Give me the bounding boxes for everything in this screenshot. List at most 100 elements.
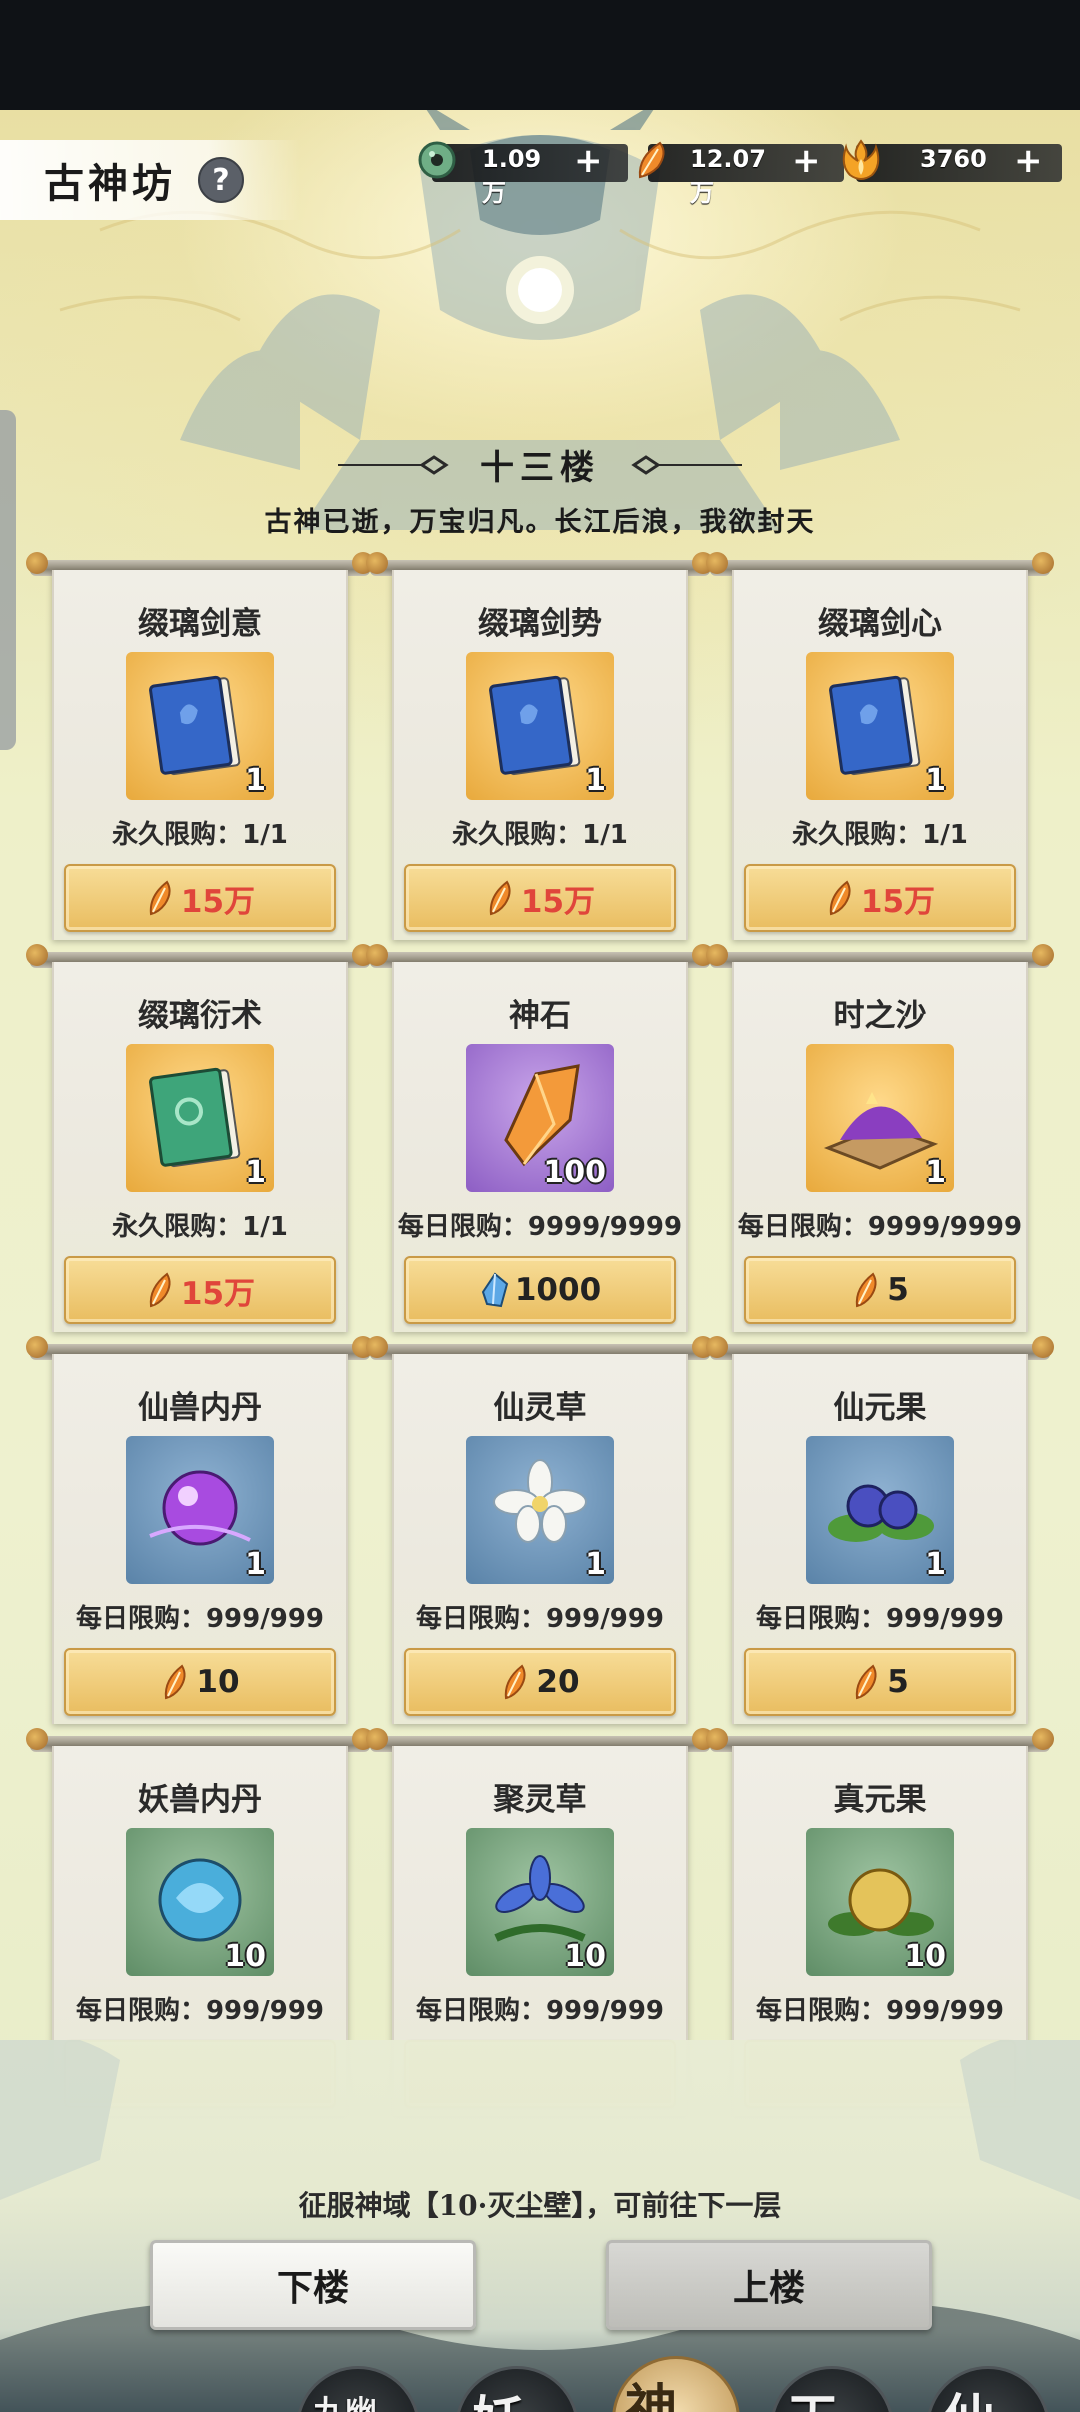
purchase-limit: 每日限购：999/999 (75, 1996, 325, 2026)
right-ornament-icon (631, 454, 742, 475)
item-quantity: 1 (925, 763, 946, 798)
blue-crystal-icon (481, 1272, 508, 1308)
item-icon-box[interactable]: 1 (126, 652, 274, 800)
question-icon: ? (212, 162, 230, 198)
item-price: 10 (196, 1664, 240, 1700)
shop-item-card[interactable]: 缀璃剑意 1 永久限购：1/1 15万 (26, 552, 374, 940)
buy-button[interactable]: 10 (64, 1648, 336, 1716)
shop-title-plate: 古神坊 ? (0, 140, 300, 220)
go-down-button[interactable]: 下楼 (150, 2240, 476, 2330)
go-up-button[interactable]: 上楼 (606, 2240, 932, 2330)
mountain-scenery (0, 2040, 1080, 2412)
item-price: 1000 (514, 1272, 602, 1308)
item-icon-box[interactable]: 1 (126, 1436, 274, 1584)
buy-button[interactable]: 15万 (404, 864, 676, 932)
buy-button[interactable]: 5 (744, 1648, 1016, 1716)
nav-shenshi-lou[interactable]: 神 石楼 (612, 2356, 740, 2412)
purchase-limit: 永久限购：1/1 (792, 820, 968, 850)
buy-button[interactable]: 20 (404, 1648, 676, 1716)
add-feather-button[interactable]: + (792, 141, 821, 181)
feather-icon (638, 141, 665, 179)
currency-jade: 1.09万 + (414, 137, 628, 207)
nav-label-line1: 九幽 (313, 2393, 378, 2412)
item-name: 妖兽内丹 (138, 1782, 262, 1818)
jade-amount: 1.09万 (482, 145, 542, 207)
item-icon-box[interactable]: 1 (806, 1044, 954, 1192)
buy-button[interactable]: 15万 (64, 1256, 336, 1324)
buy-button[interactable]: 15万 (64, 864, 336, 932)
item-quantity: 100 (543, 1155, 606, 1190)
item-icon-box[interactable]: 1 (466, 1436, 614, 1584)
item-price: 20 (536, 1664, 580, 1700)
item-name: 聚灵草 (493, 1782, 587, 1818)
item-icon-box[interactable]: 10 (126, 1828, 274, 1976)
item-icon-box[interactable]: 100 (466, 1044, 614, 1192)
purchase-limit: 每日限购：999/999 (415, 1604, 665, 1634)
item-icon-box[interactable]: 10 (466, 1828, 614, 1976)
feather-amount: 12.07万 (690, 145, 766, 207)
currency-feather: 12.07万 + (630, 137, 844, 207)
jade-icon (418, 141, 456, 179)
item-icon-box[interactable]: 1 (466, 652, 614, 800)
item-price: 15万 (180, 883, 256, 920)
item-name: 神石 (509, 998, 571, 1034)
item-name: 缀璃剑意 (138, 606, 262, 642)
item-icon-box[interactable]: 1 (806, 652, 954, 800)
shop-item-card[interactable]: 仙兽内丹 1 每日限购：999/999 10 (26, 1336, 374, 1724)
feather-icon (829, 880, 851, 916)
nav-xianyu-fang[interactable]: 仙 玉坊 (926, 2366, 1050, 2412)
add-jade-button[interactable]: + (574, 141, 603, 181)
nav-jiuyou-shop[interactable]: 九幽 商铺 (296, 2366, 420, 2412)
nav-label-line1: 仙 (943, 2377, 995, 2412)
feather-icon (149, 1272, 171, 1308)
feather-icon (856, 1272, 877, 1308)
purchase-limit: 每日限购：9999/9999 (737, 1212, 1023, 1242)
item-name: 缀璃剑心 (818, 606, 942, 642)
floor-name: 十三楼 (480, 448, 600, 488)
shop-screen: 古神坊 ? 1.09万 + 12.07万 + 3760 + 十三楼 古神已逝，万… (0, 110, 1080, 2412)
purchase-limit: 每日限购：999/999 (75, 1604, 325, 1634)
item-quantity: 1 (925, 1547, 946, 1582)
item-name: 真元果 (833, 1782, 927, 1818)
shop-item-card[interactable]: 仙灵草 1 每日限购：999/999 20 (366, 1336, 714, 1724)
item-price: 15万 (520, 883, 596, 920)
currency-flame: 3760 + (838, 137, 1062, 183)
shop-item-card[interactable]: 缀璃剑势 1 永久限购：1/1 15万 (366, 552, 714, 940)
add-flame-button[interactable]: + (1014, 141, 1043, 181)
floor-heading: 十三楼 (0, 440, 1080, 489)
item-quantity: 10 (224, 1939, 266, 1974)
item-icon-box[interactable]: 1 (126, 1044, 274, 1192)
item-quantity: 10 (904, 1939, 946, 1974)
shop-item-card[interactable]: 缀璃衍术 1 永久限购：1/1 15万 (26, 944, 374, 1332)
go-down-label: 下楼 (276, 2267, 349, 2309)
item-price: 5 (887, 1272, 909, 1308)
help-button[interactable]: ? (198, 157, 244, 203)
buy-button[interactable]: 15万 (744, 864, 1016, 932)
item-icon-box[interactable]: 10 (806, 1828, 954, 1976)
nav-tianlu-lou[interactable]: 天 禄楼 (770, 2366, 894, 2412)
purchase-limit: 每日限购：999/999 (755, 1604, 1005, 1634)
purchase-limit: 永久限购：1/1 (452, 820, 628, 850)
nav-label-line1: 妖 (472, 2379, 524, 2412)
shop-item-card[interactable]: 仙元果 1 每日限购：999/999 5 (706, 1336, 1054, 1724)
nav-yao-fang[interactable]: 妖 坊 (455, 2366, 579, 2412)
feather-icon (856, 1664, 877, 1700)
item-icon-box[interactable]: 1 (806, 1436, 954, 1584)
nav-label-line1: 神 (625, 2379, 678, 2412)
buy-button[interactable]: 1000 (404, 1256, 676, 1324)
purchase-limit: 每日限购：999/999 (755, 1996, 1005, 2026)
shop-item-card[interactable]: 缀璃剑心 1 永久限购：1/1 15万 (706, 552, 1054, 940)
item-name: 仙兽内丹 (138, 1390, 262, 1426)
purchase-limit: 永久限购：1/1 (112, 1212, 288, 1242)
item-name: 缀璃剑势 (478, 606, 602, 642)
purchase-limit: 永久限购：1/1 (112, 820, 288, 850)
item-quantity: 1 (245, 763, 266, 798)
item-name: 缀璃衍术 (138, 998, 262, 1034)
status-bar (0, 0, 1080, 110)
shop-item-card[interactable]: 时之沙 1 每日限购：9999/9999 5 (706, 944, 1054, 1332)
item-quantity: 1 (585, 763, 606, 798)
feather-icon (505, 1664, 526, 1700)
floor-description: 古神已逝，万宝归凡。长江后浪，我欲封天 (264, 507, 816, 538)
buy-button[interactable]: 5 (744, 1256, 1016, 1324)
shop-item-card[interactable]: 神石 100 每日限购：9999/9999 1000 (366, 944, 714, 1332)
